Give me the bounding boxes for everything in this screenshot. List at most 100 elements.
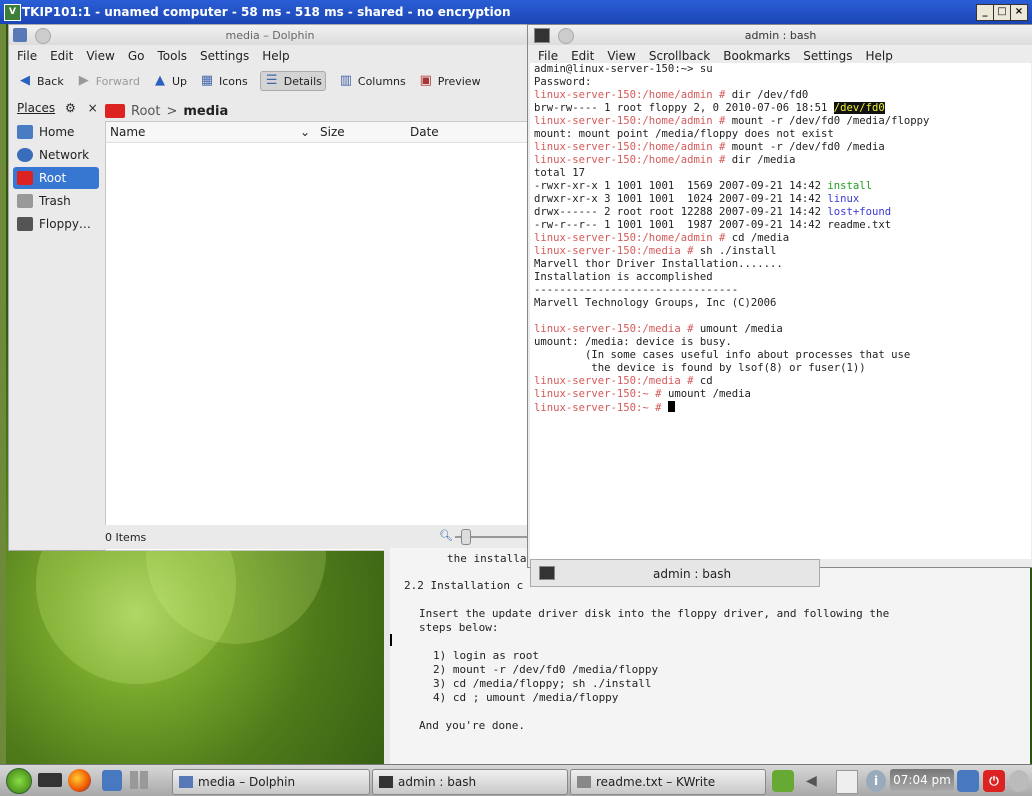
info-icon[interactable]: i xyxy=(866,770,886,792)
columns-view-button[interactable]: ▥ Columns xyxy=(338,74,406,88)
terminal-line: brw-rw---- 1 root floppy 2, 0 2010-07-06… xyxy=(530,102,1031,115)
terminal-line: linux-server-150:/media # cd xyxy=(530,375,1031,388)
task-terminal[interactable]: admin : bash xyxy=(372,769,568,795)
firefox-icon[interactable] xyxy=(68,769,91,792)
column-header: Name ⌄ Size Date xyxy=(106,122,530,143)
sort-chevron-icon[interactable]: ⌄ xyxy=(300,125,320,139)
file-view[interactable]: Name ⌄ Size Date xyxy=(105,121,531,551)
kwrite-line: 4) cd ; umount /media/floppy xyxy=(433,691,619,704)
menu-view[interactable]: View xyxy=(86,49,114,63)
listing-entry: install xyxy=(827,180,873,192)
column-date[interactable]: Date xyxy=(410,125,510,139)
back-arrow-icon: ◀ xyxy=(20,73,30,88)
terminal-tab[interactable]: admin : bash xyxy=(530,559,820,587)
shell-prompt: linux-server-150:/home/admin # xyxy=(534,89,732,101)
zoom-icon: 🔍︎ xyxy=(439,529,453,542)
menu-file[interactable]: File xyxy=(538,49,558,63)
lock-screen-icon[interactable] xyxy=(957,770,979,792)
menu-scrollback[interactable]: Scrollback xyxy=(649,49,710,63)
kwrite-border xyxy=(384,548,390,764)
menu-tools[interactable]: Tools xyxy=(157,49,187,63)
breadcrumb-current[interactable]: media xyxy=(183,104,228,119)
network-status-icon[interactable] xyxy=(38,773,62,787)
forward-label: Forward xyxy=(95,74,140,88)
task-dolphin[interactable]: media – Dolphin xyxy=(172,769,370,795)
vnc-title: TKIP101:1 - unamed computer - 58 ms - 51… xyxy=(22,5,511,19)
place-network[interactable]: Network xyxy=(13,144,99,166)
terminal-text: (In some cases useful info about process… xyxy=(534,349,911,361)
menu-settings[interactable]: Settings xyxy=(200,49,249,63)
terminal-window: admin : bash File Edit View Scrollback B… xyxy=(527,24,1032,568)
minimize-icon[interactable]: _ xyxy=(976,4,994,21)
place-floppy[interactable]: Floppy… xyxy=(13,213,99,235)
clock[interactable]: 07:04 pm xyxy=(890,769,954,791)
zoom-slider-handle[interactable] xyxy=(461,529,471,545)
terminal-text: total 17 xyxy=(534,167,586,179)
power-icon[interactable]: ⏻ xyxy=(983,770,1005,792)
column-size[interactable]: Size xyxy=(320,125,410,139)
up-button[interactable]: ▲ Up xyxy=(152,74,187,88)
menu-view[interactable]: View xyxy=(607,49,635,63)
terminal-text: mount -r /dev/fd0 /media/floppy xyxy=(731,115,930,127)
tray-expand-icon[interactable]: ◀ xyxy=(806,770,817,792)
menu-go[interactable]: Go xyxy=(128,49,145,63)
shell-prompt: linux-server-150:/home/admin # xyxy=(534,232,732,244)
shell-prompt: linux-server-150:~ # xyxy=(534,388,668,400)
listing-entry: linux xyxy=(827,193,860,205)
shell-prompt: linux-server-150:/home/admin # xyxy=(534,141,732,153)
details-view-button[interactable]: ☰ Details xyxy=(259,71,326,91)
task-kwrite[interactable]: readme.txt – KWrite xyxy=(570,769,766,795)
status-bar: 0 Items 🔍︎ xyxy=(105,525,529,549)
menu-help[interactable]: Help xyxy=(866,49,893,63)
terminal-line: Marvell Technology Groups, Inc (C)2006 xyxy=(530,297,1031,310)
kwrite-line: And you're done. xyxy=(419,719,525,732)
columns-view-icon: ▥ xyxy=(339,73,353,88)
updater-icon[interactable] xyxy=(772,770,794,792)
icons-view-button[interactable]: ▦ Icons xyxy=(199,74,248,88)
back-button[interactable]: ◀ Back xyxy=(17,74,64,88)
terminal-line: umount: /media: device is busy. xyxy=(530,336,1031,349)
place-trash[interactable]: Trash xyxy=(13,190,99,212)
menu-help[interactable]: Help xyxy=(262,49,289,63)
terminal-line: linux-server-150:/home/admin # dir /medi… xyxy=(530,154,1031,167)
place-root[interactable]: Root xyxy=(13,167,99,189)
terminal-text: the device is found by lsof(8) or fuser(… xyxy=(534,362,866,374)
terminal-text: admin@linux-server-150:~> su xyxy=(534,63,713,75)
place-home[interactable]: Home xyxy=(13,121,99,143)
preview-button[interactable]: ▣ Preview xyxy=(418,74,481,88)
terminal-output[interactable]: admin@linux-server-150:~> su Password: lin… xyxy=(530,63,1031,559)
place-label: Floppy… xyxy=(39,217,91,231)
terminal-text: -rwxr-xr-x 1 1001 1001 1569 2007-09-21 1… xyxy=(534,180,828,192)
places-settings-icon[interactable]: ⚙ xyxy=(65,101,76,115)
forward-arrow-icon: ▶ xyxy=(78,73,89,88)
terminal-line: linux-server-150:~ # umount /media xyxy=(530,388,1031,401)
menu-edit[interactable]: Edit xyxy=(50,49,73,63)
close-icon[interactable]: × xyxy=(1010,4,1028,21)
breadcrumb-root[interactable]: Root xyxy=(131,104,160,119)
column-name[interactable]: Name xyxy=(106,125,300,139)
terminal-title: admin : bash xyxy=(744,29,817,42)
file-manager-icon[interactable] xyxy=(102,770,122,791)
network-icon xyxy=(17,148,33,162)
menu-edit[interactable]: Edit xyxy=(571,49,594,63)
shell-prompt: linux-server-150:/home/admin # xyxy=(534,154,732,166)
desktop-pager-icon[interactable] xyxy=(130,771,148,789)
places-close-icon[interactable]: × xyxy=(88,101,98,115)
terminal-task-icon xyxy=(379,776,393,788)
root-folder-icon xyxy=(17,171,33,185)
kickoff-menu-icon[interactable] xyxy=(6,768,32,794)
maximize-icon[interactable]: □ xyxy=(993,4,1011,21)
places-header: Places ⚙ × xyxy=(17,101,98,115)
shell-prompt: linux-server-150:~ # xyxy=(534,402,668,414)
terminal-line: total 17 xyxy=(530,167,1031,180)
terminal-line: linux-server-150:/media # sh ./install xyxy=(530,245,1031,258)
menu-settings[interactable]: Settings xyxy=(803,49,852,63)
menu-file[interactable]: File xyxy=(17,49,37,63)
terminal-line: admin@linux-server-150:~> su xyxy=(530,63,1031,76)
panel-toolbox-icon[interactable] xyxy=(1009,770,1029,792)
menu-bookmarks[interactable]: Bookmarks xyxy=(723,49,790,63)
clipboard-icon[interactable] xyxy=(836,770,858,794)
forward-button[interactable]: ▶ Forward xyxy=(76,74,140,88)
terminal-title-bar: admin : bash xyxy=(528,25,1032,45)
